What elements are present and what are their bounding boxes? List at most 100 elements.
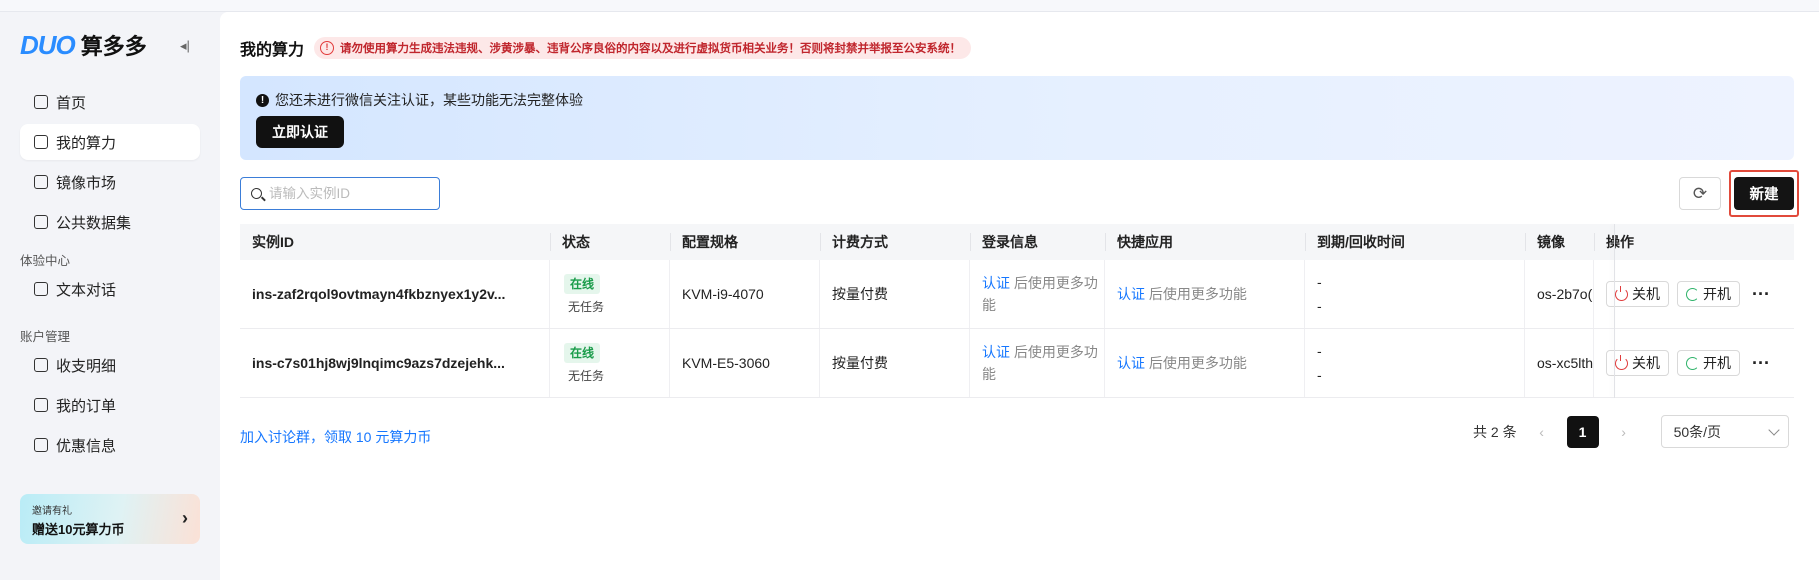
quick-app-info: 认证 后使用更多功能 [1117, 284, 1304, 304]
verify-now-button[interactable]: 立即认证 [256, 116, 344, 148]
sidebar-item-label: 首页 [56, 94, 87, 112]
expire-time: - [1317, 343, 1322, 359]
table-row[interactable]: ins-zaf2rqol9ovtmayn4fkbznyex1y2v... 在线 … [240, 260, 1794, 329]
login-info: 认证 后使用更多功能 [982, 341, 1104, 385]
mirror-icon [34, 175, 48, 189]
column-header: 快捷应用 [1105, 224, 1305, 260]
sticky-column-divider [1614, 224, 1615, 398]
search-input[interactable] [269, 186, 429, 201]
expire-cell: - - [1305, 260, 1525, 328]
spec-cell: KVM-i9-4070 [670, 260, 820, 328]
spec-cell: KVM-E5-3060 [670, 329, 820, 397]
logo-mark: DUO [20, 29, 76, 60]
startup-button[interactable]: 开机 [1677, 281, 1740, 307]
billing-cell: 按量付费 [820, 260, 970, 328]
expire-cell: - - [1305, 329, 1525, 397]
page-size-value: 50条/页 [1673, 423, 1722, 440]
login-info-cell: 认证 后使用更多功能 [970, 329, 1105, 397]
status-cell: 在线 无任务 [550, 260, 670, 328]
warning-text: 请勿使用算力生成违法违规、涉黄涉暴、违背公序良俗的内容以及进行虚拟货币相关业务！… [340, 43, 962, 55]
prev-page-icon[interactable]: ‹ [1535, 424, 1549, 440]
table-row[interactable]: ins-c7s01hj8wj9lnqimc9azs7dzejehk... 在线 … [240, 329, 1794, 398]
more-icon[interactable]: ··· [1752, 284, 1770, 305]
chevron-right-icon: › [182, 508, 188, 528]
verification-notice: ! 您还未进行微信关注认证，某些功能无法完整体验 立即认证 [240, 76, 1794, 160]
sidebar-item-public-datasets[interactable]: 公共数据集 [20, 204, 200, 240]
refresh-button[interactable]: ⟳ [1679, 177, 1721, 210]
home-icon [34, 95, 48, 109]
login-info-cell: 认证 后使用更多功能 [970, 260, 1105, 328]
ledger-icon [34, 358, 48, 372]
chevron-down-icon [1767, 423, 1780, 436]
column-header: 配置规格 [670, 224, 820, 260]
sidebar-item-coupons[interactable]: 优惠信息 [20, 427, 200, 463]
instance-id[interactable]: ins-c7s01hj8wj9lnqimc9azs7dzejehk... [252, 355, 549, 371]
column-header: 登录信息 [970, 224, 1105, 260]
title-row: 我的算力 ! 请勿使用算力生成违法违规、涉黄涉暴、违背公序良俗的内容以及进行虚拟… [240, 36, 972, 60]
status-badge: 在线 [564, 273, 600, 294]
sidebar-item-my-compute[interactable]: 我的算力 [20, 124, 200, 160]
search-box[interactable] [240, 177, 440, 210]
page-1-button[interactable]: 1 [1566, 415, 1599, 448]
startup-button[interactable]: 开机 [1677, 350, 1740, 376]
sidebar: DUO 算多多 ◂| 首页 我的算力 镜像市场 公共数据集 体验中心 文本对话 … [0, 12, 220, 580]
power-icon [1615, 285, 1628, 301]
info-icon: ! [256, 93, 269, 107]
sidebar-item-label: 收支明细 [56, 357, 117, 375]
page-size-select[interactable]: 50条/页 [1660, 415, 1789, 448]
quick-app-cell: 认证 后使用更多功能 [1105, 329, 1305, 397]
sidebar-item-label: 优惠信息 [56, 437, 117, 455]
table-header: 实例ID 状态 配置规格 计费方式 登录信息 快捷应用 到期/回收时间 镜像 操… [240, 224, 1794, 260]
column-header: 状态 [550, 224, 670, 260]
sidebar-item-label: 我的订单 [56, 397, 117, 415]
invite-card[interactable]: 邀请有礼 赠送10元算力币 › [20, 494, 200, 544]
status-badge: 在线 [564, 342, 600, 363]
quick-app-hint: 后使用更多功能 [1145, 286, 1247, 302]
main-panel: 我的算力 ! 请勿使用算力生成违法违规、涉黄涉暴、违背公序良俗的内容以及进行虚拟… [220, 12, 1819, 580]
quick-app-info: 认证 后使用更多功能 [1117, 353, 1304, 373]
instance-id[interactable]: ins-zaf2rqol9ovtmayn4fkbznyex1y2v... [252, 286, 549, 302]
status-cell: 在线 无任务 [550, 329, 670, 397]
instance-id-cell: ins-c7s01hj8wj9lnqimc9azs7dzejehk... [240, 329, 550, 397]
order-icon [34, 398, 48, 412]
column-header: 计费方式 [820, 224, 970, 260]
shutdown-button[interactable]: 关机 [1606, 281, 1669, 307]
join-group-link[interactable]: 加入讨论群，领取 10 元算力币 [240, 427, 431, 447]
invite-big-text: 赠送10元算力币 [32, 522, 125, 537]
invite-small-text: 邀请有礼 [32, 506, 72, 517]
column-header: 实例ID [252, 234, 294, 250]
chat-icon [34, 282, 48, 296]
coupon-icon [34, 438, 48, 452]
quick-app-hint: 后使用更多功能 [1145, 355, 1247, 371]
search-icon [251, 188, 262, 199]
mirror-id: os-2b7o( [1537, 286, 1593, 302]
compute-icon [34, 135, 48, 149]
mirror-id: os-xc5lth [1537, 355, 1594, 371]
page-title: 我的算力 [240, 42, 305, 59]
warning-icon: ! [320, 41, 335, 55]
sidebar-item-home[interactable]: 首页 [20, 84, 200, 120]
more-icon[interactable]: ··· [1752, 353, 1770, 374]
shutdown-label: 关机 [1632, 355, 1660, 371]
logo-text: 算多多 [80, 34, 147, 59]
sidebar-item-orders[interactable]: 我的订单 [20, 387, 200, 423]
instance-table: 实例ID 状态 配置规格 计费方式 登录信息 快捷应用 到期/回收时间 镜像 操… [240, 224, 1794, 398]
collapse-sidebar-icon[interactable]: ◂| [180, 38, 190, 54]
verify-link[interactable]: 认证 [1117, 286, 1145, 302]
new-instance-button[interactable]: 新建 [1734, 177, 1794, 210]
logo[interactable]: DUO 算多多 [20, 30, 147, 60]
recycle-time: - [1317, 367, 1322, 383]
sidebar-item-mirror-market[interactable]: 镜像市场 [20, 164, 200, 200]
startup-label: 开机 [1703, 286, 1731, 302]
shutdown-button[interactable]: 关机 [1606, 350, 1669, 376]
column-header: 镜像 [1525, 224, 1594, 260]
verify-link[interactable]: 认证 [1117, 355, 1145, 371]
login-info: 认证 后使用更多功能 [982, 272, 1104, 316]
next-page-icon[interactable]: › [1617, 424, 1631, 440]
sidebar-item-ledger[interactable]: 收支明细 [20, 347, 200, 383]
refresh-icon: ⟳ [1692, 183, 1708, 203]
verify-link[interactable]: 认证 [982, 275, 1010, 291]
verify-link[interactable]: 认证 [982, 344, 1010, 360]
sidebar-item-text-chat[interactable]: 文本对话 [20, 271, 200, 307]
restart-icon [1686, 287, 1699, 301]
